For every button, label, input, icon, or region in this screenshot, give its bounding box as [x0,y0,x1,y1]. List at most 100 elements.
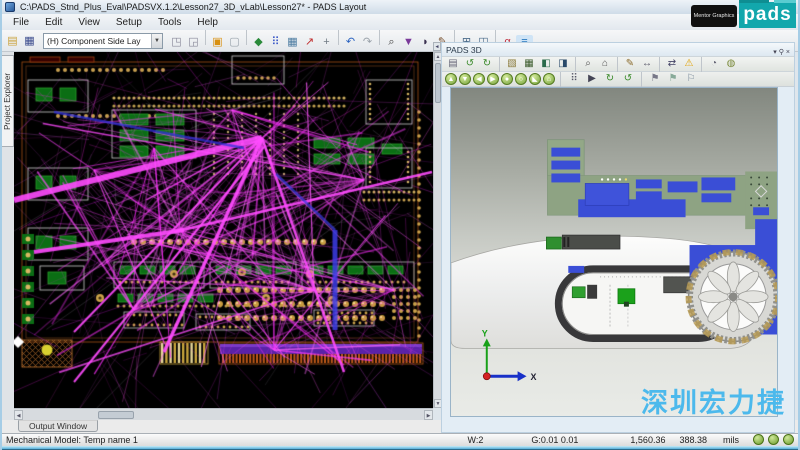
component-view-icon[interactable]: ◧ [538,57,554,71]
toolbar-separator [205,30,206,45]
left-dock-strip: Project Explorer [0,52,14,420]
save-icon[interactable]: ▦ [21,34,38,50]
chevron-down-icon[interactable]: ▼ [151,34,162,48]
watermark-text: 深圳宏力捷 [641,381,786,420]
copper-pour-icon[interactable]: ◗ [417,35,434,51]
splitter-collapse-button[interactable]: ◄ [433,42,441,51]
status-green-button-1[interactable] [753,434,764,445]
output-window-tab[interactable]: Output Window [18,420,98,432]
layer-dropdown-value: (H) Component Side Lay [47,36,151,46]
view-left-button[interactable]: ◀ [473,73,485,85]
pads-logo: pads [739,2,796,28]
pads-3d-header[interactable]: PADS 3D ▾⚲× [442,43,794,56]
flag-1-icon[interactable]: ⚑ [647,72,663,86]
pads-3d-toolbar-2: ▲▼◀▶●○◣⌂⠿▶↻↺⚑⚑⚐ [442,72,794,87]
toolbar-separator [617,57,618,72]
status-green-button-3[interactable] [783,434,794,445]
pcb-design-area[interactable] [14,52,433,408]
move-icon[interactable]: + [318,35,335,51]
status-x-coordinate: 1,560.36 [630,435,665,445]
redo-icon[interactable]: ↷ [359,35,376,51]
horizontal-scrollbar[interactable]: ◀ ▶ [14,408,433,420]
filter-icon[interactable]: ▼ [400,35,417,51]
horizontal-scroll-thumb[interactable] [98,411,134,419]
measure-icon[interactable]: ✎ [622,57,638,71]
menu-edit[interactable]: Edit [38,16,69,29]
export-3d-icon[interactable]: ◍ [723,57,739,71]
pan-mode-icon[interactable]: ⠿ [566,72,582,86]
vertical-scrollbar[interactable]: ▲ ▼ [433,52,441,408]
pads-layout-window: C:\PADS_Stnd_Plus_Eval\PADSVX.1.2\Lesson… [0,0,800,450]
grid-dots-icon[interactable]: ⠿ [267,35,284,51]
panel-pin-button[interactable]: ⚲ [779,49,784,56]
view-home-button[interactable]: ⌂ [543,73,555,85]
vertical-scroll-thumb[interactable] [435,63,441,103]
board-image-icon[interactable]: ▦ [284,35,301,51]
solder-view-icon[interactable]: ◨ [555,57,571,71]
route-icon[interactable]: ↗ [301,35,318,51]
panel-close-button[interactable]: × [786,49,790,56]
open-file-icon[interactable]: ▤ [4,34,21,50]
flag-2-icon[interactable]: ⚑ [665,72,681,86]
app-icon [5,2,15,12]
3d-viewport[interactable]: Y X [450,87,778,417]
sheet-icon[interactable]: ▢ [226,35,243,51]
pcb-design-canvas[interactable] [14,52,433,408]
pads-3d-title: PADS 3D [446,45,771,55]
board-3d-icon[interactable]: ▦ [521,57,537,71]
toolbar-separator [246,30,247,45]
status-message: Mechanical Model: Temp name 1 [6,435,468,445]
view-front-button[interactable]: ● [501,73,513,85]
rotate-right-icon[interactable]: ↻ [479,57,495,71]
zoom-icon[interactable]: ⌕ [383,35,400,51]
collision-warning-icon[interactable]: ⚠ [681,57,697,71]
status-green-button-2[interactable] [768,434,779,445]
axis-x-label: X [531,372,537,382]
window-bottom-edge [0,446,800,450]
snapshot-icon[interactable]: ◔ [706,57,722,71]
menu-bar: FileEditViewSetupToolsHelp [0,14,800,30]
fill-display-icon[interactable]: ▣ [209,35,226,51]
status-width: W:2 [468,435,484,445]
dimension-icon[interactable]: ↔ [639,57,655,71]
toolbar-separator [560,72,561,87]
select-cursor-icon[interactable]: ▶ [584,72,600,86]
board-view-icon[interactable]: ▧ [504,57,520,71]
menu-file[interactable]: File [6,16,36,29]
rotate-left-icon[interactable]: ↺ [462,57,478,71]
mirror-icon[interactable]: ⇄ [664,57,680,71]
print-3d-icon[interactable]: ▤ [445,57,461,71]
view-top-button[interactable]: ▲ [445,73,457,85]
scroll-right-arrow[interactable]: ▶ [424,410,433,420]
toolbar-separator [338,30,339,45]
eco-mode-icon[interactable]: ◆ [250,35,267,51]
flag-3-icon[interactable]: ⚐ [683,72,699,86]
layer-dropdown[interactable]: (H) Component Side Lay ▼ [43,33,163,49]
rotate-view-icon[interactable]: ↻ [602,72,618,86]
toolbar-separator [659,57,660,72]
menu-view[interactable]: View [71,16,107,29]
panel-menu-button[interactable]: ▾ [773,49,777,56]
status-units: mils [723,435,739,445]
status-grid: G:0.01 0.01 [531,435,578,445]
menu-setup[interactable]: Setup [109,16,149,29]
view-bottom-button[interactable]: ▼ [459,73,471,85]
redo-checkpoint-icon[interactable]: ◲ [185,35,202,51]
view-back-button[interactable]: ○ [515,73,527,85]
window-left-edge [0,0,2,450]
spin-view-icon[interactable]: ↺ [620,72,636,86]
zoom-in-icon[interactable]: ⌕ [580,57,596,71]
undo-checkpoint-icon[interactable]: ◳ [168,35,185,51]
menu-help[interactable]: Help [190,16,225,29]
view-iso-button[interactable]: ◣ [529,73,541,85]
scroll-left-arrow[interactable]: ◀ [14,410,23,420]
view-right-button[interactable]: ▶ [487,73,499,85]
undo-icon[interactable]: ↶ [342,35,359,51]
zoom-fit-icon[interactable]: ⌂ [597,57,613,71]
3d-connector-component [546,235,620,249]
toolbar-separator [701,57,702,72]
menu-tools[interactable]: Tools [151,16,188,29]
title-bar[interactable]: C:\PADS_Stnd_Plus_Eval\PADSVX.1.2\Lesson… [0,0,800,14]
project-explorer-tab[interactable]: Project Explorer [1,55,14,147]
status-bar: Mechanical Model: Temp name 1 W:2 G:0.01… [0,433,800,446]
